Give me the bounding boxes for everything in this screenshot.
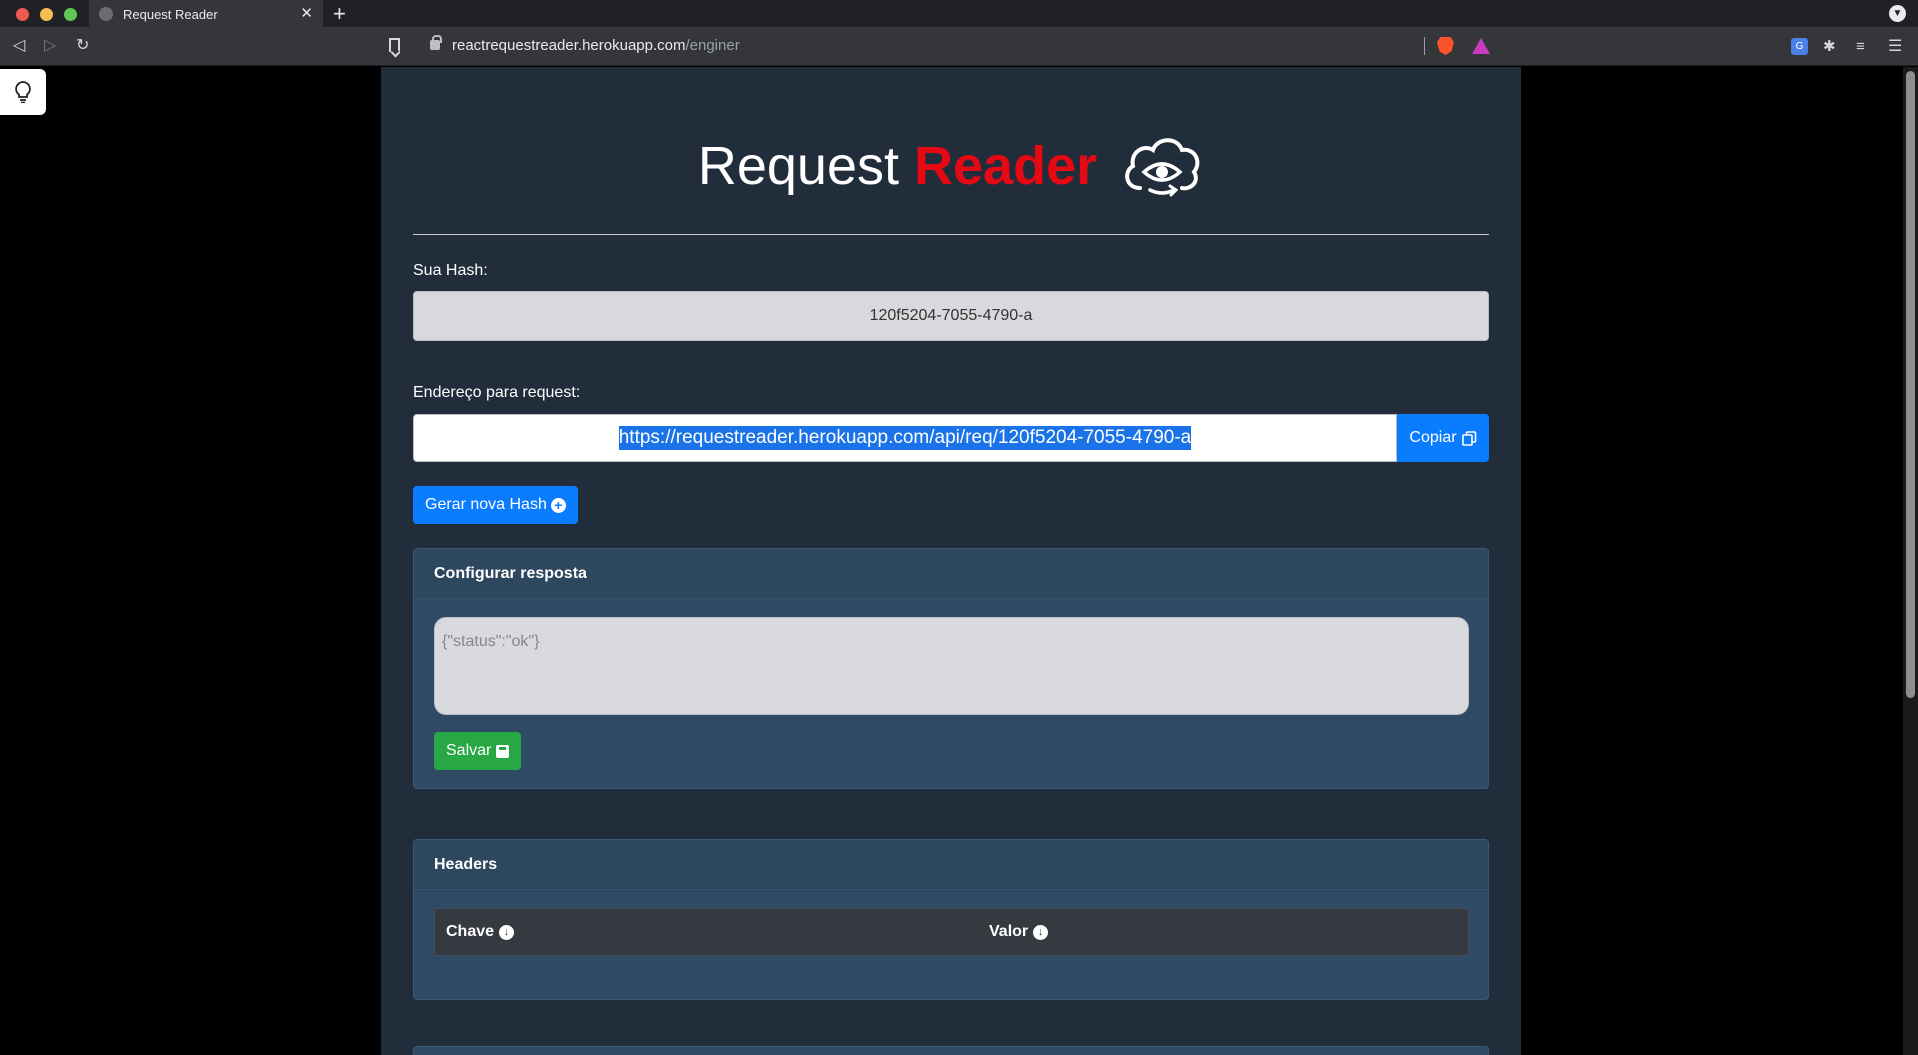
url-path: /enginer [685, 37, 740, 54]
arrow-down-circle-icon: ↓ [1033, 924, 1049, 940]
page-scrollbar[interactable] [1903, 67, 1918, 1055]
request-url-field[interactable]: https://requestreader.herokuapp.com/api/… [413, 414, 1397, 462]
plus-circle-icon: + [550, 497, 566, 513]
column-key[interactable]: Chave ↓ [435, 923, 978, 941]
main-container: Request Reader Sua Hash: 120f5204-7055-4… [381, 67, 1521, 1055]
brave-rewards-icon[interactable] [1472, 38, 1490, 54]
lightbulb-button[interactable] [0, 69, 46, 115]
column-value[interactable]: Valor ↓ [978, 923, 1049, 941]
media-queue-icon[interactable]: ≡ [1856, 38, 1873, 55]
brave-shields-icon[interactable] [1437, 37, 1454, 55]
reload-icon[interactable]: ↻ [76, 36, 89, 56]
column-value-label: Valor [989, 923, 1029, 940]
save-icon [496, 744, 510, 758]
headers-body: Chave ↓ Valor ↓ [414, 890, 1488, 974]
browser-toolbar: ◁ ▷ ↻ reactrequestreader.herokuapp.com/e… [0, 28, 1918, 66]
response-config-card: Configurar resposta {"status":"ok"} Salv… [413, 548, 1489, 789]
browser-tab[interactable]: Request Reader ✕ [89, 0, 323, 28]
extensions-icon[interactable]: ✱ [1823, 38, 1840, 55]
headers-card: Headers Chave ↓ Valor ↓ [413, 839, 1489, 1000]
hash-field[interactable]: 120f5204-7055-4790-a [413, 291, 1489, 341]
browser-menu-icon[interactable]: ☰ [1888, 38, 1905, 55]
scrollbar-thumb[interactable] [1906, 71, 1915, 698]
response-body-placeholder: {"status":"ok"} [442, 633, 540, 650]
copy-icon [1461, 430, 1476, 446]
column-key-label: Chave [446, 923, 495, 940]
cloud-eye-icon [1125, 137, 1200, 197]
forward-icon[interactable]: ▷ [44, 36, 56, 56]
response-config-body: {"status":"ok"} Salvar [414, 599, 1488, 788]
tab-bar: Request Reader ✕ + ▼ [0, 0, 1918, 28]
request-url-label: Endereço para request: [413, 384, 581, 401]
lightbulb-icon [15, 81, 31, 103]
request-url-group: https://requestreader.herokuapp.com/api/… [413, 414, 1489, 462]
globe-icon [99, 7, 113, 21]
copy-button[interactable]: Copiar [1397, 414, 1489, 462]
back-icon[interactable]: ◁ [13, 36, 25, 56]
copy-label: Copiar [1409, 429, 1457, 446]
window-close-button[interactable] [16, 8, 29, 21]
address-divider [1424, 37, 1425, 55]
translate-icon[interactable]: G [1791, 38, 1808, 55]
response-body-textarea[interactable]: {"status":"ok"} [434, 617, 1469, 715]
next-card [413, 1046, 1489, 1055]
generate-hash-button[interactable]: Gerar nova Hash + [413, 486, 578, 524]
tab-title: Request Reader [123, 6, 218, 22]
page-viewport: Request Reader Sua Hash: 120f5204-7055-4… [0, 67, 1918, 1055]
request-url-value: https://requestreader.herokuapp.com/api/… [618, 426, 1192, 450]
hash-value: 120f5204-7055-4790-a [869, 307, 1033, 324]
page-title: Request Reader [413, 135, 1489, 205]
window-maximize-button[interactable] [64, 8, 77, 21]
title-divider [413, 234, 1489, 235]
lock-icon[interactable] [430, 35, 442, 50]
save-button[interactable]: Salvar [434, 732, 522, 770]
save-label: Salvar [446, 742, 492, 759]
address-bar[interactable]: reactrequestreader.herokuapp.com/enginer [452, 37, 740, 54]
url-host: reactrequestreader.herokuapp.com [452, 37, 686, 54]
window-minimize-button[interactable] [40, 8, 53, 21]
chevron-down-icon[interactable]: ▼ [1889, 5, 1906, 22]
generate-hash-label: Gerar nova Hash [425, 496, 547, 513]
arrow-down-circle-icon: ↓ [499, 924, 515, 940]
hash-label: Sua Hash: [413, 262, 488, 279]
new-tab-button[interactable]: + [333, 2, 346, 26]
tab-close-button[interactable]: ✕ [300, 5, 313, 23]
response-config-header: Configurar resposta [414, 549, 1488, 599]
title-plain: Request [697, 136, 915, 196]
bookmark-icon[interactable] [389, 38, 400, 52]
headers-header: Headers [414, 840, 1488, 890]
title-accent: Reader [914, 136, 1098, 196]
headers-table-head: Chave ↓ Valor ↓ [434, 908, 1469, 956]
